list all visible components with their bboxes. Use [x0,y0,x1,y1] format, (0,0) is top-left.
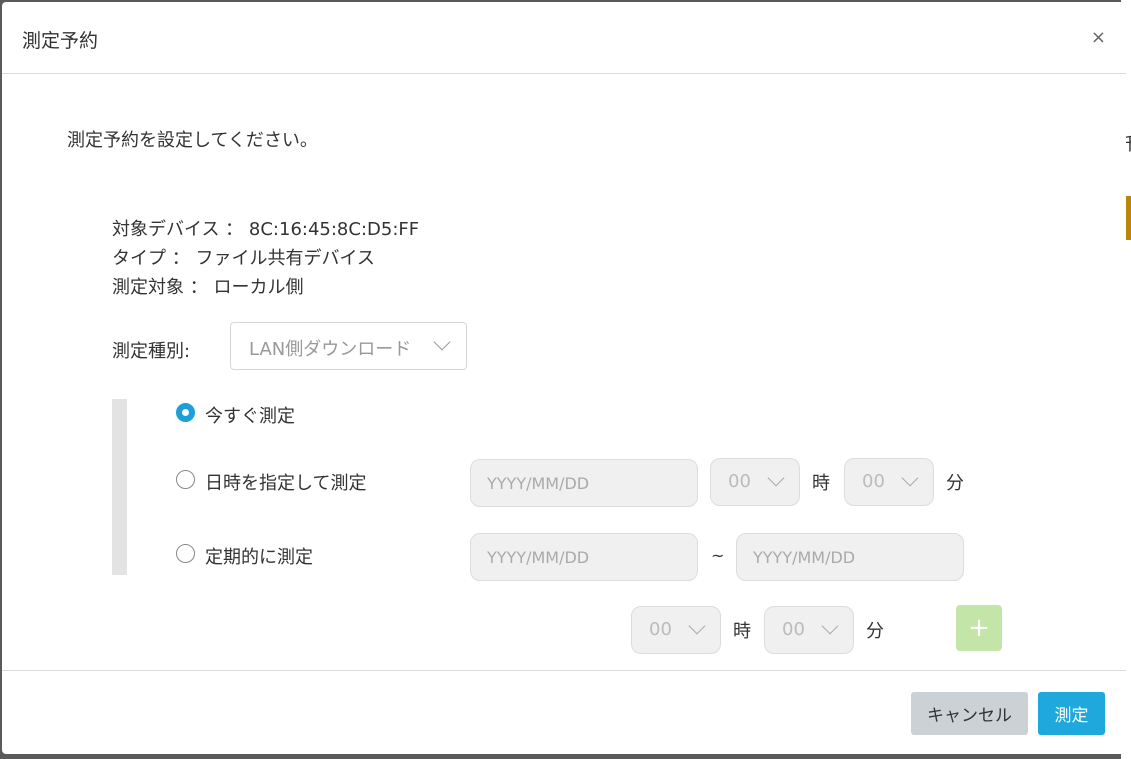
device-type-info: タイプ ： ファイル共有デバイス [112,248,375,269]
radio-measure-datetime[interactable] [176,470,195,489]
dialog-title: 測定予約 [22,30,99,52]
datetime-minute-unit: 分 [946,473,964,494]
datetime-date-placeholder: YYYY/MM/DD [487,473,590,493]
target-device-info: 対象デバイス ： 8C:16:45:8C:D5:FF [112,219,420,240]
periodic-minute-value: 00 [782,619,805,640]
measurement-type-label: 測定種別: [112,341,191,362]
measure-button[interactable]: 測定 [1038,692,1105,735]
periodic-start-date-input[interactable]: YYYY/MM/DD [470,533,698,581]
date-range-separator: ~ [711,546,725,565]
measurement-type-select[interactable]: LAN側ダウンロード [230,322,467,370]
periodic-end-date-input[interactable]: YYYY/MM/DD [736,533,964,581]
periodic-end-placeholder: YYYY/MM/DD [753,547,856,567]
add-schedule-button[interactable]: + [956,605,1002,651]
datetime-hour-value: 00 [728,471,751,492]
periodic-start-placeholder: YYYY/MM/DD [487,547,590,567]
periodic-hour-unit: 時 [733,621,751,642]
datetime-hour-select[interactable]: 00 [710,458,800,506]
radio-measure-periodic[interactable] [176,544,195,563]
instruction-text: 測定予約を設定してください。 [67,130,318,151]
periodic-hour-value: 00 [649,619,672,640]
datetime-hour-unit: 時 [812,473,830,494]
periodic-minute-select[interactable]: 00 [764,606,854,654]
dialog-header: 測定予約 × [2,2,1126,74]
close-icon[interactable]: × [1091,28,1106,48]
datetime-minute-value: 00 [862,471,885,492]
chevron-down-icon [767,469,785,487]
radio-measure-now[interactable] [176,403,195,422]
chevron-down-icon [821,617,839,635]
chevron-down-icon [901,469,919,487]
plus-icon: + [968,613,990,643]
datetime-minute-select[interactable]: 00 [844,458,934,506]
radio-measure-datetime-label: 日時を指定して測定 [205,473,367,494]
measurement-reservation-dialog: 測定予約 × 測定予約を設定してください。 対象デバイス ： 8C:16:45:… [2,2,1126,754]
cancel-button[interactable]: キャンセル [911,692,1028,735]
periodic-minute-unit: 分 [866,621,884,642]
radio-measure-now-label: 今すぐ測定 [205,406,295,427]
chevron-down-icon [688,617,706,635]
datetime-date-input[interactable]: YYYY/MM/DD [470,459,698,507]
periodic-hour-select[interactable]: 00 [631,606,721,654]
radio-measure-periodic-label: 定期的に測定 [205,547,313,568]
footer-divider [2,670,1126,671]
options-side-bar [112,399,127,575]
measurement-type-value: LAN側ダウンロード [249,339,412,360]
chevron-down-icon [433,333,451,351]
measure-target-info: 測定対象 ： ローカル側 [112,277,304,298]
